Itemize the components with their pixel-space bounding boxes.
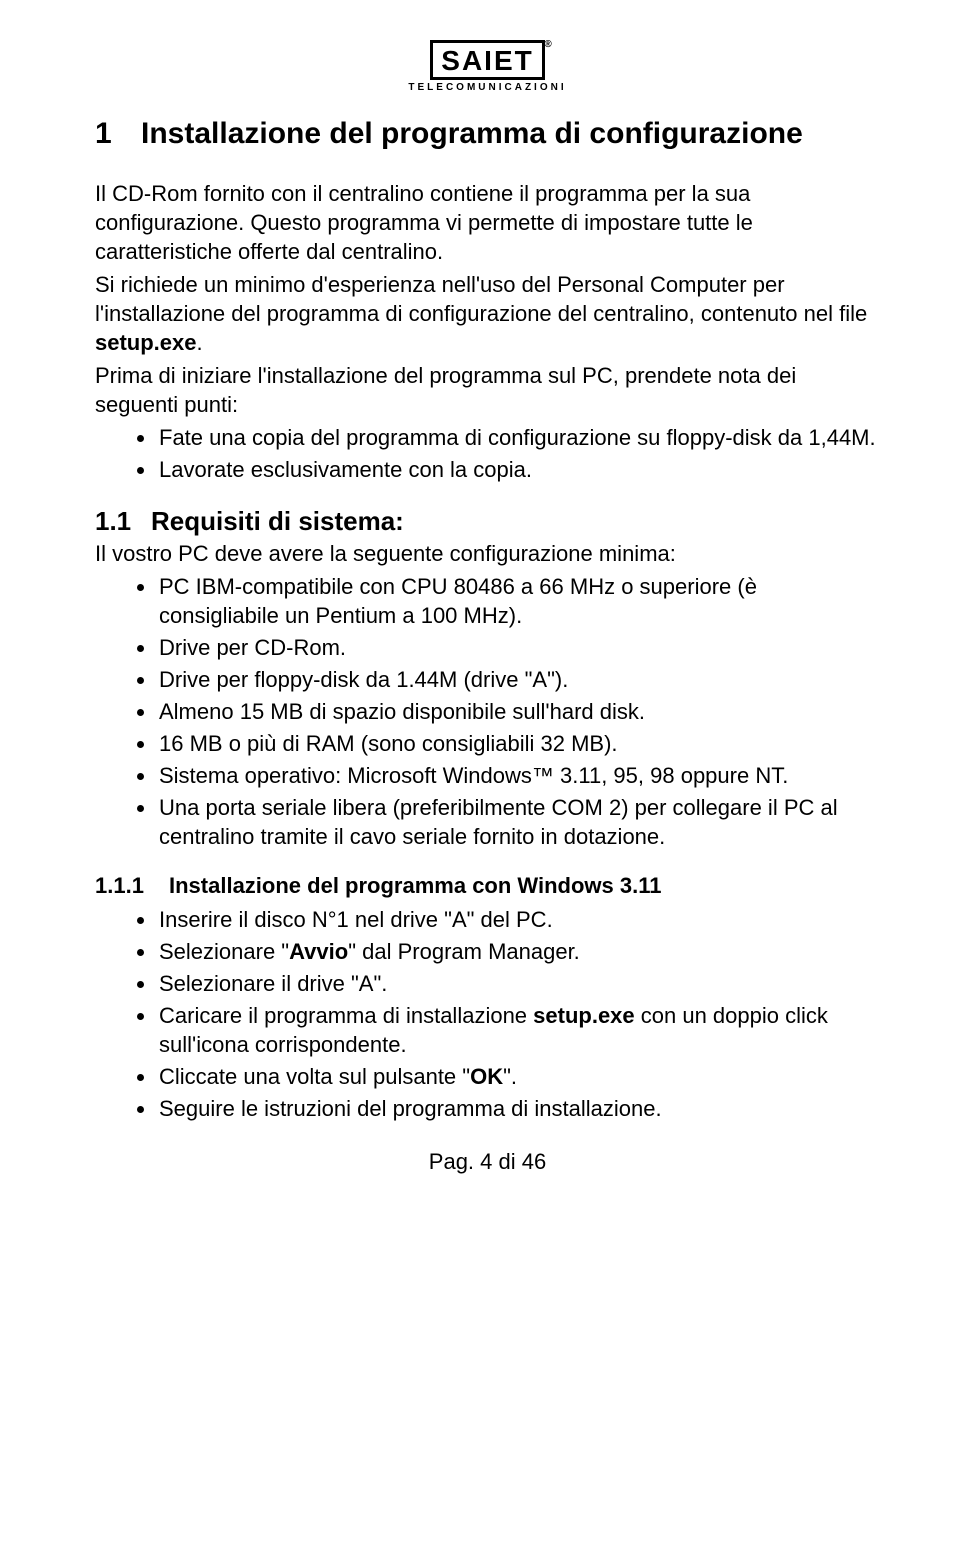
step-text-a: Caricare il programma di installazione xyxy=(159,1003,533,1028)
list-item: Sistema operativo: Microsoft Windows™ 3.… xyxy=(157,761,880,790)
requirements-list: PC IBM-compatibile con CPU 80486 a 66 MH… xyxy=(95,572,880,851)
step-text-b: ". xyxy=(503,1064,517,1089)
logo-icon: SAIET ® xyxy=(430,40,544,80)
step-text-a: Selezionare " xyxy=(159,939,289,964)
intro-p2-text-b: . xyxy=(197,330,203,355)
intro-paragraph-1: Il CD-Rom fornito con il centralino cont… xyxy=(95,179,880,266)
list-item: 16 MB o più di RAM (sono consigliabili 3… xyxy=(157,729,880,758)
intro-paragraph-2: Si richiede un minimo d'esperienza nell'… xyxy=(95,270,880,357)
list-item: Almeno 15 MB di spazio disponibile sull'… xyxy=(157,697,880,726)
registered-icon: ® xyxy=(544,39,553,50)
list-item: Cliccate una volta sul pulsante "OK". xyxy=(157,1062,880,1091)
heading-3: 1.1.1Installazione del programma con Win… xyxy=(95,873,880,899)
heading-3-number: 1.1.1 xyxy=(95,873,169,899)
list-item: Selezionare "Avvio" dal Program Manager. xyxy=(157,937,880,966)
list-item: Caricare il programma di installazione s… xyxy=(157,1001,880,1059)
intro-p2-strong: setup.exe xyxy=(95,330,197,355)
heading-1: 1Installazione del programma di configur… xyxy=(95,115,880,153)
requirements-lead: Il vostro PC deve avere la seguente conf… xyxy=(95,539,880,568)
list-item: Lavorate esclusivamente con la copia. xyxy=(157,455,880,484)
install-steps-list: Inserire il disco N°1 nel drive "A" del … xyxy=(95,905,880,1123)
step-strong: OK xyxy=(470,1064,503,1089)
list-item: Drive per floppy-disk da 1.44M (drive "A… xyxy=(157,665,880,694)
logo-block: SAIET ® TELECOMUNICAZIONI xyxy=(95,40,880,93)
list-item: Selezionare il drive "A". xyxy=(157,969,880,998)
heading-2: 1.1Requisiti di sistema: xyxy=(95,506,880,537)
heading-2-number: 1.1 xyxy=(95,506,151,537)
step-strong: Avvio xyxy=(289,939,348,964)
heading-3-title: Installazione del programma con Windows … xyxy=(169,873,661,898)
list-item: Fate una copia del programma di configur… xyxy=(157,423,880,452)
logo-subtitle: TELECOMUNICAZIONI xyxy=(95,82,880,93)
page-footer: Pag. 4 di 46 xyxy=(95,1149,880,1175)
intro-list: Fate una copia del programma di configur… xyxy=(95,423,880,484)
heading-1-title: Installazione del programma di configura… xyxy=(141,117,803,150)
list-item: Una porta seriale libera (preferibilment… xyxy=(157,793,880,851)
step-strong: setup.exe xyxy=(533,1003,635,1028)
step-text-a: Cliccate una volta sul pulsante " xyxy=(159,1064,470,1089)
step-text-b: " dal Program Manager. xyxy=(348,939,580,964)
page: SAIET ® TELECOMUNICAZIONI 1Installazione… xyxy=(0,0,960,1205)
heading-2-title: Requisiti di sistema: xyxy=(151,506,404,536)
intro-p2-text-a: Si richiede un minimo d'esperienza nell'… xyxy=(95,272,867,326)
intro-paragraph-3: Prima di iniziare l'installazione del pr… xyxy=(95,361,880,419)
list-item: PC IBM-compatibile con CPU 80486 a 66 MH… xyxy=(157,572,880,630)
list-item: Seguire le istruzioni del programma di i… xyxy=(157,1094,880,1123)
list-item: Inserire il disco N°1 nel drive "A" del … xyxy=(157,905,880,934)
heading-1-number: 1 xyxy=(95,115,141,153)
list-item: Drive per CD-Rom. xyxy=(157,633,880,662)
logo-text: SAIET xyxy=(441,45,533,76)
